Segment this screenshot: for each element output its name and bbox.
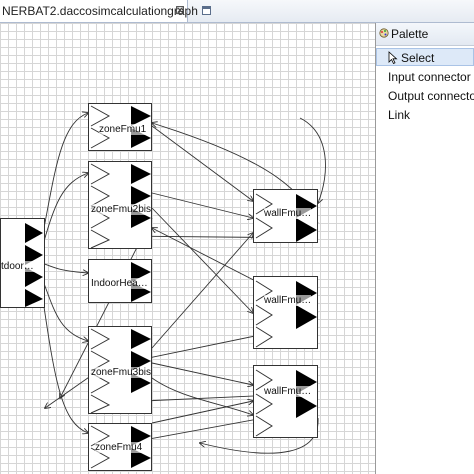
node-label: wallFmu… [264, 386, 312, 397]
node-label: zoneFmu2bis [91, 204, 152, 215]
link [151, 401, 253, 424]
cursor-icon [388, 51, 398, 64]
node-zone-fmu1[interactable]: zoneFmu1 [88, 103, 152, 151]
node-label: zoneFmu1 [99, 124, 147, 135]
node-wall-fmu-3[interactable]: wallFmu… [253, 365, 318, 438]
palette-item-link[interactable]: Link [376, 106, 474, 124]
link [41, 113, 88, 239]
link [41, 277, 88, 341]
node-indoor-heat[interactable]: IndoorHea… [88, 259, 152, 303]
link [151, 192, 253, 218]
node-label: wallFmu… [264, 295, 312, 306]
palette-title: Palette [391, 27, 429, 41]
diagram-canvas[interactable]: tdoor… zoneFmu1 zoneFmu2bis IndoorHea… z… [0, 23, 376, 474]
maximize-icon[interactable] [202, 6, 211, 15]
link [151, 233, 253, 349]
palette-item-label: Link [388, 108, 411, 122]
node-label: wallFmu… [264, 208, 312, 219]
link [41, 173, 88, 249]
node-label: zoneFmu3bis [91, 367, 152, 378]
palette-header[interactable]: Palette [376, 23, 474, 46]
palette-item-label: Input connector [388, 70, 471, 84]
link [151, 125, 253, 201]
node-outdoor[interactable]: tdoor… [0, 218, 45, 308]
palette-item-label: Select [401, 51, 435, 65]
palette-item-select[interactable]: Select [376, 48, 474, 66]
node-zone-fmu3bis[interactable]: zoneFmu3bis [88, 326, 152, 414]
node-zone-fmu2bis[interactable]: zoneFmu2bis [88, 161, 152, 249]
node-label: tdoor… [1, 261, 34, 272]
palette-icon [379, 28, 389, 38]
editor-tab-title: NERBAT2.daccosimcalculationgraph [2, 4, 198, 18]
palette-item-label: Output connector [388, 89, 474, 103]
link [41, 292, 88, 433]
editor-tabbar: NERBAT2.daccosimcalculationgraph ⊠ [0, 0, 474, 23]
node-zone-fmu4[interactable]: zoneFmu4 [88, 423, 152, 471]
node-label: zoneFmu4 [95, 442, 143, 453]
palette-item-output-connector[interactable]: Output connector [376, 87, 474, 105]
palette-item-input-connector[interactable]: Input connector [376, 68, 474, 86]
close-icon[interactable]: ⊠ [175, 3, 185, 17]
editor-tab[interactable]: NERBAT2.daccosimcalculationgraph ⊠ [0, 0, 198, 22]
node-wall-fmu-1[interactable]: wallFmu… [253, 189, 318, 243]
port-icons [255, 280, 317, 348]
port-icons [255, 369, 317, 437]
link [151, 362, 253, 385]
node-wall-fmu-2[interactable]: wallFmu… [253, 276, 318, 349]
palette-panel: Palette Select Input connector Output co… [376, 23, 474, 474]
link [151, 207, 253, 313]
link [41, 262, 88, 273]
node-label: IndoorHea… [91, 278, 148, 289]
